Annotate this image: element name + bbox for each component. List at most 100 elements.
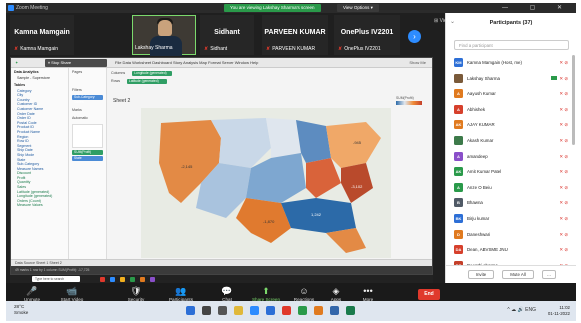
sheet-tabs[interactable]: Data Source Sheet 1 Sheet 2 bbox=[11, 259, 432, 266]
video-tile[interactable]: Kamna Mamgain ✘ Kamna Mamgain bbox=[10, 15, 74, 55]
panel-more-button[interactable]: ... bbox=[542, 270, 556, 279]
participants-panel: ⌄ Participants (37) Find a participant K… bbox=[445, 13, 576, 283]
rows-pill[interactable]: Latitude (generated) bbox=[127, 79, 167, 84]
view-options-button[interactable]: View Options ▾ bbox=[337, 4, 379, 12]
participant-row[interactable]: A Aayush Kumar ✕ ⊘ bbox=[446, 86, 570, 102]
filters-label: Filters bbox=[72, 88, 82, 92]
shared-search-field[interactable]: Type here to search bbox=[32, 276, 80, 282]
participant-row[interactable]: BK Birju kumar ✕ ⊘ bbox=[446, 211, 570, 227]
avatar: AK bbox=[454, 167, 463, 177]
filter-pill[interactable]: Sub-Category: Tables bbox=[72, 95, 103, 104]
taskbar-app-icon[interactable] bbox=[100, 276, 105, 282]
marks-pill[interactable]: SUM(Profit) bbox=[72, 150, 103, 155]
state-label: -1,870 bbox=[263, 219, 275, 224]
mic-muted-icon: ✘ bbox=[14, 46, 19, 52]
video-tile[interactable]: Sidhant ✘ Sidhant bbox=[200, 15, 254, 55]
powerpoint-icon[interactable] bbox=[314, 306, 323, 315]
participant-row[interactable]: AK Amit Kumar Patel ✕ ⊘ bbox=[446, 164, 570, 180]
us-map-svg[interactable]: -2,145 -1,870 -3,102 1,242 -945 bbox=[141, 108, 391, 258]
window-controls[interactable]: — ▢ ✕ bbox=[502, 4, 572, 11]
edge-icon[interactable] bbox=[250, 306, 259, 315]
zoom-taskbar-icon[interactable] bbox=[266, 306, 275, 315]
taskbar-app-icon[interactable] bbox=[120, 276, 125, 282]
mic-muted-icon: ✘ bbox=[266, 46, 271, 52]
excel-icon[interactable] bbox=[298, 306, 307, 315]
participant-row[interactable]: KM Kamna Mamgain (Host, me) ✕ ⊘ bbox=[446, 55, 570, 71]
shared-screen[interactable]: ✦ File Data Worksheet Dashboard Story An… bbox=[10, 57, 433, 275]
marks-card[interactable] bbox=[72, 124, 103, 148]
video-tile[interactable]: PARVEEN KUMAR ✘ PARVEEN KUMAR bbox=[262, 15, 328, 55]
word-icon[interactable] bbox=[330, 306, 339, 315]
avatar: KM bbox=[454, 58, 463, 67]
taskbar-app-icon[interactable] bbox=[130, 276, 135, 282]
next-page-arrow-icon[interactable]: › bbox=[408, 30, 421, 43]
participant-row[interactable]: B Bhawna ✕ ⊘ bbox=[446, 195, 570, 211]
video-tile-active[interactable]: Lakshay Sharma bbox=[132, 15, 196, 56]
person-face bbox=[158, 20, 172, 36]
participants-title: Participants (37) bbox=[489, 20, 533, 26]
windows-start-icon[interactable] bbox=[186, 306, 195, 315]
us-map[interactable]: -2,145 -1,870 -3,102 1,242 -945 bbox=[141, 108, 391, 258]
data-pane-title[interactable]: Data Analytics bbox=[11, 68, 68, 76]
columns-pill[interactable]: Longitude (generated) bbox=[132, 71, 173, 76]
taskbar-app-icon[interactable] bbox=[110, 276, 115, 282]
participant-row[interactable]: DA Dean, ABVSME JNU ✕ ⊘ bbox=[446, 242, 570, 258]
video-tile[interactable]: OnePlus IV2201 ✘ OnePlus IV2201 bbox=[334, 15, 400, 55]
field-item[interactable]: Measure Values bbox=[11, 203, 68, 208]
tableau-icon[interactable] bbox=[346, 306, 355, 315]
participant-status-icons: ✕ ⊘ bbox=[559, 200, 568, 206]
field-list: Category City Country Customer ID Customer N… bbox=[11, 89, 68, 208]
mic-video-off-icon: ✕ ⊘ bbox=[559, 75, 568, 81]
participant-list-scrollbar[interactable] bbox=[572, 55, 575, 145]
unmute-button[interactable]: 🎤 Unmute bbox=[10, 285, 54, 302]
menu-items[interactable]: File Data Worksheet Dashboard Story Anal… bbox=[115, 58, 258, 68]
participant-row[interactable]: D Daneshwari ✕ ⊘ bbox=[446, 227, 570, 243]
participant-status-icons: ✕ ⊘ bbox=[559, 247, 568, 253]
mute-all-button[interactable]: Mute All bbox=[502, 270, 534, 279]
mic-video-off-icon: ✕ ⊘ bbox=[559, 153, 568, 159]
mic-video-off-icon: ✕ ⊘ bbox=[559, 60, 568, 65]
invite-button[interactable]: Invite bbox=[468, 270, 494, 279]
system-tray-icons[interactable]: ^ ☁ 🔊 ENG bbox=[507, 307, 536, 313]
weather-widget[interactable]: 28°C Smoke bbox=[14, 304, 28, 316]
show-me-button[interactable]: Show Me bbox=[409, 58, 426, 68]
participant-search-input[interactable]: Find a participant bbox=[454, 40, 569, 50]
chrome-icon[interactable] bbox=[282, 306, 291, 315]
participant-status-icons: ✕ ⊘ bbox=[559, 154, 568, 160]
marks-type-select[interactable]: Automatic bbox=[69, 114, 106, 122]
task-view-icon[interactable] bbox=[218, 306, 227, 315]
security-button[interactable]: 🛡 Security bbox=[114, 285, 158, 302]
tile-name: OnePlus IV2201 bbox=[340, 29, 394, 36]
chat-button[interactable]: 💬 Chat bbox=[205, 285, 249, 302]
search-icon[interactable] bbox=[202, 306, 211, 315]
participant-row[interactable]: A Abhishek ✕ ⊘ bbox=[446, 102, 570, 118]
share-banner: You are viewing Lakshay Sharma's screen bbox=[224, 4, 321, 12]
windows-taskbar: 28°C Smoke ^ ☁ 🔊 ENG 11:02 01-11-2022 bbox=[6, 301, 576, 321]
participant-status-icons: ✕ ⊘ bbox=[559, 91, 568, 97]
participant-row[interactable]: A Anze O Beiu ✕ ⊘ bbox=[446, 180, 570, 196]
shared-taskbar: Type here to search bbox=[10, 275, 433, 283]
participant-row[interactable]: Lakshay Sharma ✕ ⊘ bbox=[446, 71, 570, 87]
participant-status-icons: ✕ ⊘ bbox=[559, 185, 568, 191]
marks-pill[interactable]: State bbox=[72, 156, 103, 161]
clock[interactable]: 11:02 01-11-2022 bbox=[548, 305, 570, 317]
participant-row[interactable]: AK AJAY KUMAR ✕ ⊘ bbox=[446, 117, 570, 133]
rows-shelf[interactable]: Rows Latitude (generated) bbox=[111, 78, 170, 85]
file-explorer-icon[interactable] bbox=[234, 306, 243, 315]
weather-desc: Smoke bbox=[14, 310, 29, 315]
participant-name: Daneshwari bbox=[467, 231, 491, 237]
participant-row[interactable]: Aamandeep ✕ ⊘ bbox=[446, 149, 570, 165]
participant-row[interactable]: Akash Kumar ✕ ⊘ bbox=[446, 133, 570, 149]
state-region-plains[interactable] bbox=[266, 118, 301, 158]
taskbar-app-icon[interactable] bbox=[140, 276, 145, 282]
start-video-button[interactable]: 📹 Start Video bbox=[50, 285, 94, 302]
participants-button[interactable]: 👥 Participants bbox=[159, 285, 203, 302]
columns-shelf[interactable]: Columns Longitude (generated) bbox=[111, 70, 175, 77]
taskbar-app-icon[interactable] bbox=[150, 276, 155, 282]
tile-name: Sidhant bbox=[214, 29, 240, 36]
tableau-logo-icon: ✦ bbox=[15, 60, 19, 65]
more-button[interactable]: ••• More bbox=[346, 285, 390, 302]
end-meeting-button[interactable]: End bbox=[418, 289, 440, 300]
share-control-bar[interactable]: ⏸ Stop Share bbox=[45, 59, 107, 67]
participant-status-icons: ✕ ⊘ bbox=[559, 138, 568, 144]
